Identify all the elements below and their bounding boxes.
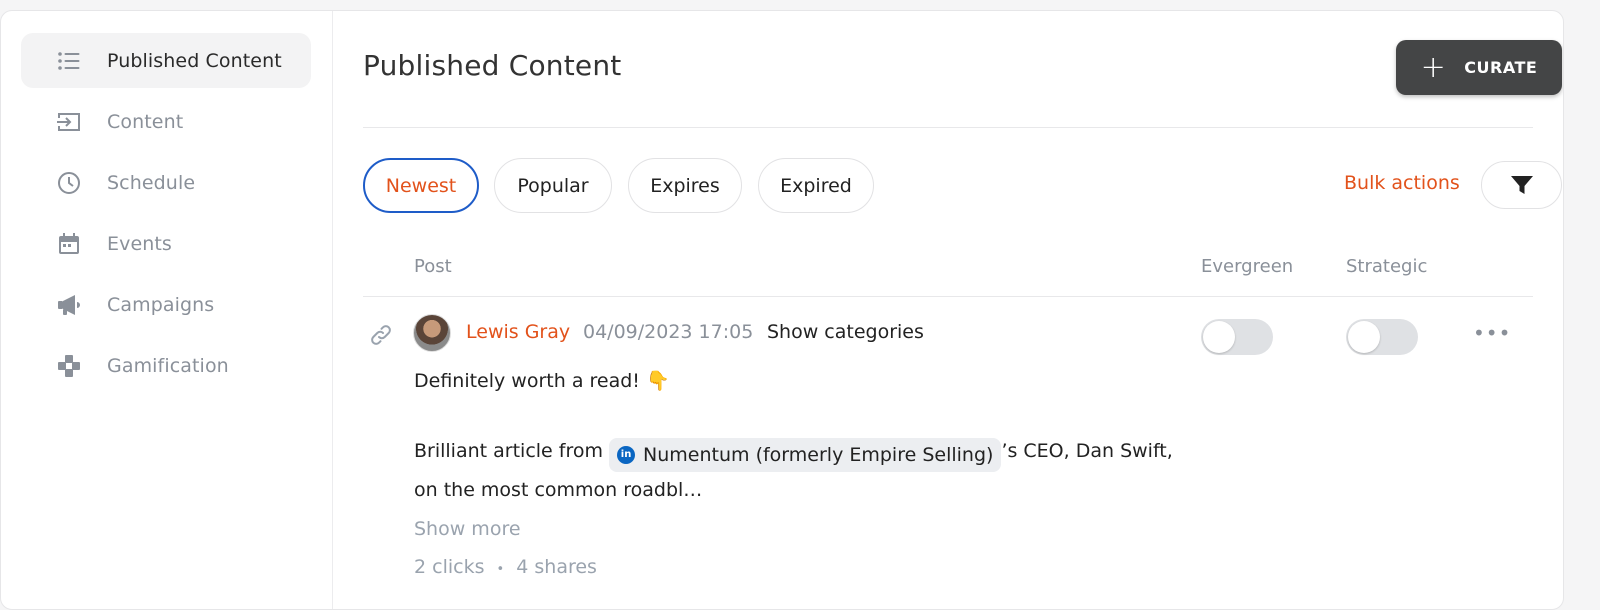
inbox-arrow-icon xyxy=(55,108,83,136)
filter-chip-newest[interactable]: Newest xyxy=(363,158,479,213)
show-categories-link[interactable]: Show categories xyxy=(767,321,924,343)
list-icon xyxy=(55,47,83,75)
app-frame: Published Content Content Schedule Event… xyxy=(0,10,1564,610)
sidebar-item-label: Published Content xyxy=(107,49,282,72)
mention-chip[interactable]: in Numentum (formerly Empire Selling) xyxy=(609,438,1002,472)
filter-chip-popular[interactable]: Popular xyxy=(494,158,612,213)
evergreen-toggle[interactable] xyxy=(1201,319,1273,355)
sidebar-item-published-content[interactable]: Published Content xyxy=(21,33,311,88)
curate-button[interactable]: + CURATE xyxy=(1396,40,1562,95)
sidebar-item-label: Campaigns xyxy=(107,293,215,316)
more-options-icon[interactable]: ••• xyxy=(1473,321,1511,345)
gamepad-icon xyxy=(55,352,83,380)
column-divider xyxy=(363,296,1533,297)
sidebar-item-content[interactable]: Content xyxy=(21,94,311,149)
sidebar-item-label: Gamification xyxy=(107,354,229,377)
post-stats: 2 clicks • 4 shares xyxy=(414,556,597,578)
show-more-link[interactable]: Show more xyxy=(414,518,521,540)
shares-count: 4 shares xyxy=(516,556,597,578)
sidebar-item-campaigns[interactable]: Campaigns xyxy=(21,277,311,332)
sidebar-item-label: Schedule xyxy=(107,171,196,194)
post-date: 04/09/2023 17:05 xyxy=(583,321,754,343)
column-header-evergreen: Evergreen xyxy=(1201,256,1294,277)
filter-icon xyxy=(1510,176,1533,194)
calendar-icon xyxy=(55,230,83,258)
mention-label: Numentum (formerly Empire Selling) xyxy=(643,444,994,466)
sidebar-item-label: Events xyxy=(107,232,172,255)
stats-separator: • xyxy=(496,562,505,577)
clicks-count: 2 clicks xyxy=(414,556,485,578)
sidebar-item-schedule[interactable]: Schedule xyxy=(21,155,311,210)
post-text-line1: Definitely worth a read! 👇 xyxy=(414,370,670,392)
sidebar-item-label: Content xyxy=(107,110,184,133)
filter-chip-expires[interactable]: Expires xyxy=(628,158,742,213)
post-text-body: Brilliant article from in Numentum (forme… xyxy=(414,433,1174,508)
column-header-post: Post xyxy=(414,256,452,277)
clock-icon xyxy=(55,169,83,197)
header-divider xyxy=(363,127,1533,128)
link-icon[interactable] xyxy=(369,323,393,347)
column-header-strategic: Strategic xyxy=(1346,256,1428,277)
sidebar: Published Content Content Schedule Event… xyxy=(1,11,333,609)
plus-icon: + xyxy=(1420,49,1447,85)
filter-chip-expired[interactable]: Expired xyxy=(758,158,874,213)
avatar xyxy=(413,314,451,352)
curate-label: CURATE xyxy=(1464,58,1538,77)
main-panel: Published Content + CURATE Newest Popula… xyxy=(333,11,1563,609)
author-name[interactable]: Lewis Gray xyxy=(466,321,570,343)
toggle-knob xyxy=(1348,321,1380,353)
linkedin-icon: in xyxy=(617,446,636,464)
sidebar-item-events[interactable]: Events xyxy=(21,216,311,271)
sidebar-item-gamification[interactable]: Gamification xyxy=(21,338,311,393)
toggle-knob xyxy=(1203,321,1235,353)
strategic-toggle[interactable] xyxy=(1346,319,1418,355)
megaphone-icon xyxy=(55,291,83,319)
filter-button[interactable] xyxy=(1481,161,1562,209)
post-text-before: Brilliant article from xyxy=(414,440,603,462)
page-title: Published Content xyxy=(363,49,622,82)
bulk-actions-link[interactable]: Bulk actions xyxy=(1344,172,1460,194)
